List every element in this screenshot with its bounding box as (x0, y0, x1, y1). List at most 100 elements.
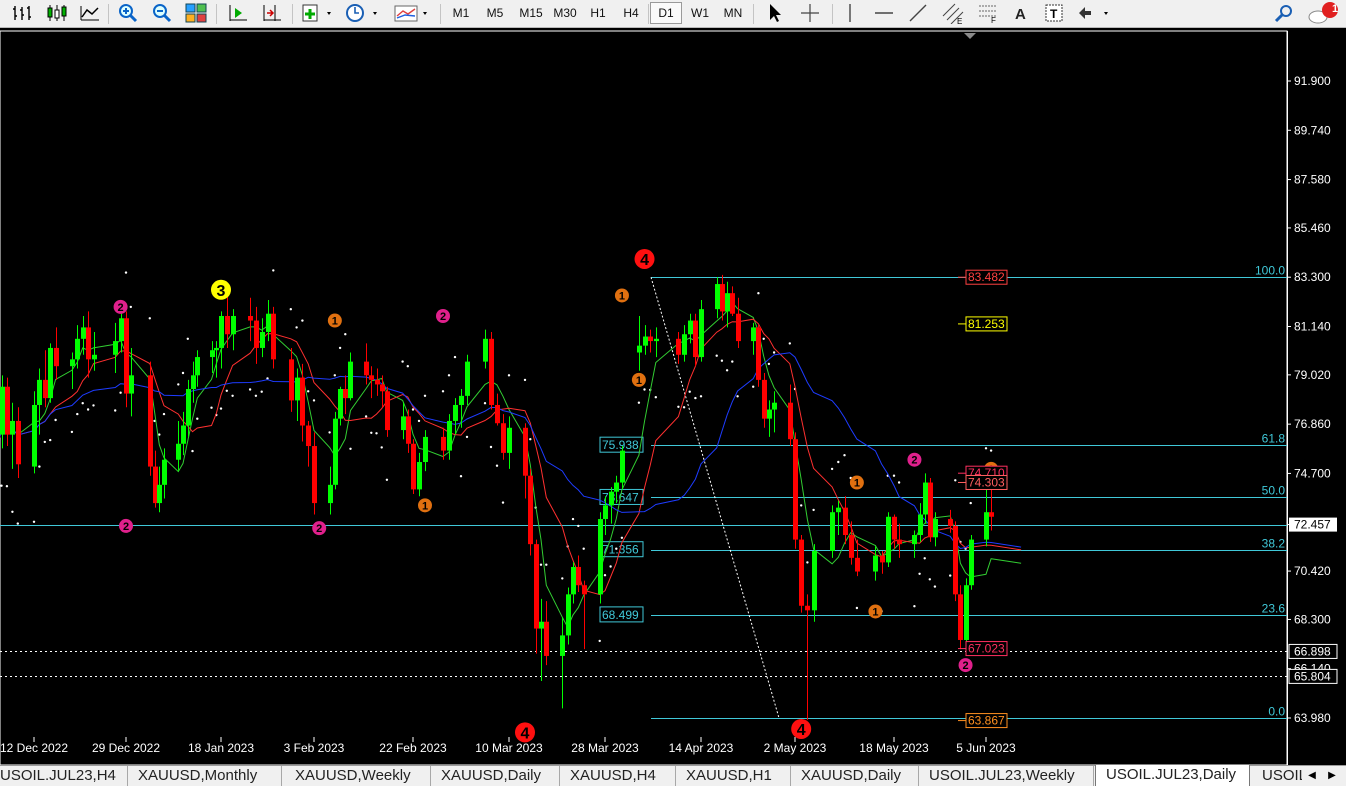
candle-body (886, 516, 891, 563)
indicators-dropdown-icon[interactable] (300, 2, 336, 24)
tab-scroll-left-icon[interactable]: ◀ (1304, 768, 1320, 784)
sar-dot (757, 292, 760, 295)
sar-dot (989, 449, 993, 452)
candle-body (295, 377, 300, 401)
sar-dot (38, 465, 41, 468)
tab-xauusd-monthly[interactable]: XAUUSD,Monthly (128, 766, 282, 786)
candle-body (528, 475, 533, 545)
sar-dot (699, 395, 703, 398)
arrows-dropdown-icon[interactable] (1074, 2, 1114, 24)
vertical-line-icon[interactable] (838, 2, 862, 24)
candle-body (772, 402, 777, 410)
timeframe-m5[interactable]: M5 (479, 2, 511, 24)
projection-price-label: 83.482 (968, 270, 1005, 284)
candle-body (682, 334, 687, 355)
chart-window[interactable]: 100.0 61.8 50.0 38.2 23.6 0.0 75.938 73.647 71.3… (0, 28, 1346, 765)
sar-dot (191, 449, 194, 453)
tab-xauusd-daily-2[interactable]: XAUUSD,Daily (791, 766, 919, 786)
candle-body (598, 519, 603, 595)
candle-body (195, 357, 200, 376)
timeframe-m30[interactable]: M30 (548, 2, 582, 24)
bar-chart-icon[interactable] (8, 2, 36, 24)
candle-body (406, 416, 411, 444)
sar-dot (598, 639, 601, 643)
timeframe-mn[interactable]: MN (717, 2, 749, 24)
templates-dropdown-icon[interactable] (392, 2, 432, 24)
fib-level-percent: 61.8 (1262, 432, 1286, 446)
candle-body (81, 327, 86, 339)
candle-body (788, 402, 793, 440)
horizontal-line-icon[interactable] (870, 2, 898, 24)
sar-dot (837, 460, 840, 464)
main-toolbar: M1 M5 M15 M30 H1 H4 D1 W1 MN E F A T 1 (0, 0, 1346, 28)
sar-dot (260, 390, 263, 393)
sar-dot (720, 359, 724, 362)
tab-usoil-h4-2[interactable]: USOIL.JUL23,H4 (1252, 766, 1302, 786)
text-tool-icon[interactable]: A (1008, 2, 1034, 24)
candle-body (333, 418, 338, 485)
candle-body (113, 341, 118, 355)
timeframe-m15[interactable]: M15 (513, 2, 549, 24)
tab-xauusd-daily[interactable]: XAUUSD,Daily (431, 766, 560, 786)
timeframe-d1[interactable]: D1 (650, 2, 682, 24)
price-chart[interactable]: 100.061.850.038.223.60.075.93873.64771.3… (0, 28, 1346, 765)
candle-body (495, 404, 500, 424)
candle-body (10, 420, 15, 435)
price-axis-label: 81.140 (1294, 319, 1331, 333)
search-icon[interactable] (1272, 2, 1296, 24)
candle-body (0, 386, 5, 435)
line-chart-icon[interactable] (76, 2, 104, 24)
sar-dot (812, 508, 815, 512)
candle-body (984, 512, 989, 540)
text-label-icon[interactable]: T (1040, 2, 1068, 24)
candle-body (609, 491, 614, 506)
tab-scroll-right-icon[interactable]: ▶ (1324, 768, 1340, 784)
tab-usoil-daily[interactable]: USOIL.JUL23,Daily (1095, 765, 1250, 786)
candle-body (453, 404, 458, 421)
tab-xauusd-weekly[interactable]: XAUUSD,Weekly (285, 766, 431, 786)
candle-body (507, 427, 512, 453)
candle-body (836, 507, 841, 513)
candle-body (70, 359, 75, 367)
sar-dot (417, 419, 421, 423)
fibonacci-icon[interactable]: F (974, 2, 1002, 24)
timeframe-h1[interactable]: H1 (582, 2, 614, 24)
notifications-icon[interactable]: 1 (1306, 2, 1342, 24)
trendline-icon[interactable] (904, 2, 932, 24)
sar-dot (186, 337, 189, 340)
sar-dot (725, 369, 729, 372)
timeframe-h4[interactable]: H4 (615, 2, 647, 24)
candle-body (688, 320, 693, 335)
sar-dot (694, 396, 697, 400)
zoom-out-icon[interactable] (148, 2, 176, 24)
sar-dot (333, 374, 336, 377)
candle-body (912, 535, 917, 545)
timeframe-w1[interactable]: W1 (684, 2, 716, 24)
candle-body (812, 550, 817, 611)
sar-dot (344, 333, 347, 336)
tab-xauusd-h4[interactable]: XAUUSD,H4 (560, 766, 676, 786)
auto-scroll-icon[interactable] (258, 2, 286, 24)
periodicity-dropdown-icon[interactable] (344, 2, 382, 24)
chart-shift-icon[interactable] (224, 2, 252, 24)
tile-windows-icon[interactable] (182, 2, 210, 24)
timeframe-m1[interactable]: M1 (445, 2, 477, 24)
sar-dot (49, 438, 52, 442)
tab-usoil-weekly[interactable]: USOIL.JUL23,Weekly (919, 766, 1094, 786)
candle-body (523, 427, 528, 476)
sar-dot (788, 342, 791, 345)
sar-dot (949, 574, 952, 577)
equidistant-channel-icon[interactable]: E (938, 2, 968, 24)
sar-dot (603, 574, 607, 577)
candle-body (343, 389, 348, 399)
tab-xauusd-h1[interactable]: XAUUSD,H1 (676, 766, 791, 786)
sar-dot (954, 479, 957, 482)
candlestick-chart-icon[interactable] (42, 2, 70, 24)
tab-usoil-h4[interactable]: USOIL.JUL23,H4 (0, 766, 128, 786)
cursor-arrow-icon[interactable] (762, 2, 788, 24)
crosshair-icon[interactable] (796, 2, 824, 24)
projection-price-label: 63.867 (968, 714, 1005, 728)
candle-body (793, 439, 798, 540)
zoom-in-icon[interactable] (114, 2, 142, 24)
sar-dot (615, 547, 618, 550)
